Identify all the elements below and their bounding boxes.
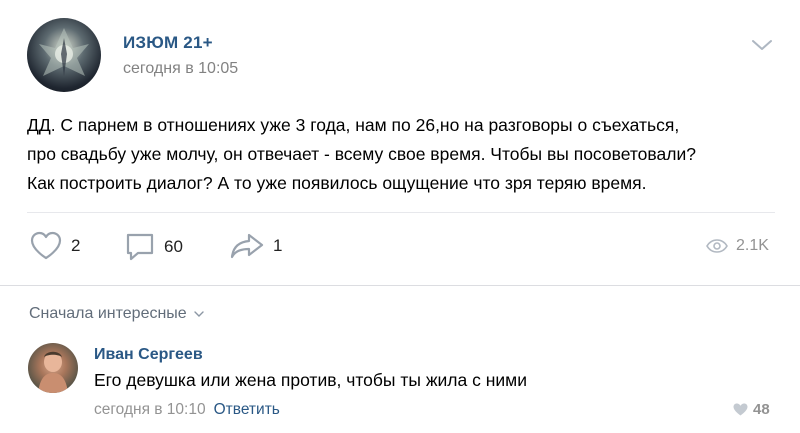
- avatar-emblem-icon: [39, 28, 89, 76]
- views-count: 2.1K: [736, 237, 769, 254]
- comment-meta: сегодня в 10:10 Ответить: [94, 401, 280, 419]
- post-time[interactable]: сегодня в 10:05: [123, 60, 238, 78]
- chevron-down-icon[interactable]: [751, 38, 773, 52]
- heart-icon: [30, 231, 62, 260]
- post-card: ИЗЮМ 21+ сегодня в 10:05 ДД. С парнем в …: [0, 0, 800, 285]
- post-text-line: про свадьбу уже молчу, он отвечает - все…: [27, 144, 696, 164]
- reply-button[interactable]: Ответить: [214, 401, 280, 418]
- comment-like-button[interactable]: 48: [733, 401, 770, 418]
- post-text: ДД. С парнем в отношениях уже 3 года, на…: [27, 111, 787, 198]
- views-counter: 2.1K: [706, 237, 769, 255]
- community-name[interactable]: ИЗЮМ 21+: [123, 33, 213, 53]
- comment-icon: [126, 233, 154, 261]
- post-actions: 2 60 1 2.1K: [0, 225, 800, 269]
- like-button[interactable]: 2: [29, 231, 80, 261]
- share-icon: [230, 233, 264, 259]
- comments-sort-dropdown[interactable]: Сначала интересные: [29, 305, 204, 323]
- community-avatar[interactable]: [27, 18, 101, 92]
- commenter-photo-icon: [38, 351, 68, 393]
- comment-text: Его девушка или жена против, чтобы ты жи…: [94, 370, 527, 390]
- post-text-line: Как построить диалог? А то уже появилось…: [27, 173, 647, 193]
- section-separator: [0, 285, 800, 286]
- comment-like-count: 48: [753, 401, 770, 418]
- commenter-name[interactable]: Иван Сергеев: [94, 346, 203, 364]
- like-count: 2: [71, 236, 81, 255]
- comment-button[interactable]: 60: [124, 231, 183, 263]
- small-heart-icon: [733, 403, 748, 416]
- share-button[interactable]: 1: [229, 231, 282, 261]
- eye-icon: [706, 239, 728, 253]
- post-text-line: ДД. С парнем в отношениях уже 3 года, на…: [27, 115, 680, 135]
- post-divider: [27, 212, 775, 213]
- comment-count: 60: [164, 237, 183, 256]
- share-count: 1: [273, 236, 283, 255]
- comment-time[interactable]: сегодня в 10:10: [94, 401, 206, 418]
- small-chevron-icon: [194, 311, 204, 317]
- commenter-avatar[interactable]: [28, 343, 78, 393]
- sort-label: Сначала интересные: [29, 305, 187, 322]
